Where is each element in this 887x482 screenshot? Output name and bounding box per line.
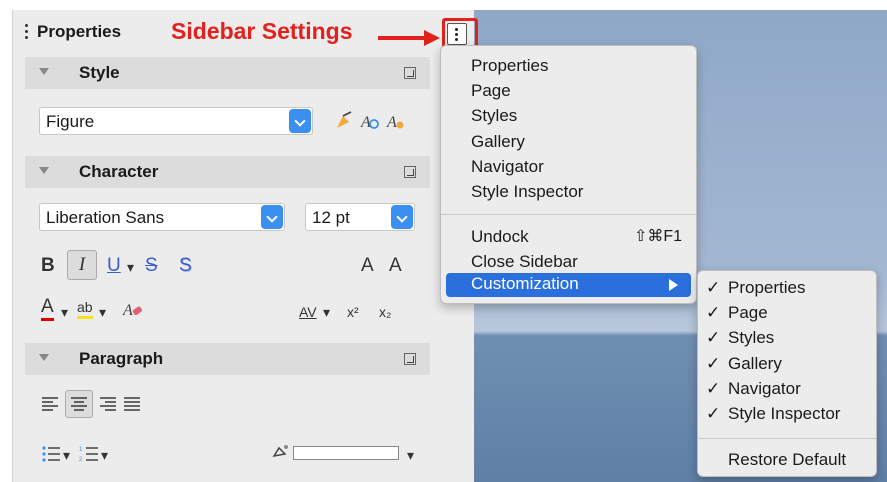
customization-submenu: ✓ Properties ✓ Page ✓ Styles ✓ Gallery ✓ Navi… <box>697 270 877 477</box>
undock-shortcut: ⇧⌘F1 <box>634 228 683 245</box>
sidebar-panel: Properties Sidebar Settings Style Figure… <box>12 10 478 482</box>
strikethrough-button[interactable]: S <box>145 252 158 280</box>
chevron-down-icon[interactable] <box>391 205 413 229</box>
section-style-label: Style <box>79 63 120 82</box>
chevron-down-icon[interactable]: ▾ <box>63 441 70 469</box>
new-style-icon[interactable]: A <box>385 110 407 132</box>
font-name-value: Liberation Sans <box>46 208 165 227</box>
bold-button[interactable]: B <box>41 252 55 280</box>
menu-separator <box>698 438 876 439</box>
chevron-down-icon[interactable]: ▾ <box>99 298 106 326</box>
section-paragraph-label: Paragraph <box>79 349 164 368</box>
submenu-item-label: Style Inspector <box>728 404 841 423</box>
align-center-button[interactable] <box>65 390 93 418</box>
annotation-arrow-icon <box>378 30 440 46</box>
checkmark-icon: ✓ <box>706 278 721 297</box>
submenu-item-style-inspector[interactable]: ✓ Style Inspector <box>706 403 840 425</box>
submenu-item-properties[interactable]: ✓ Properties <box>706 277 805 299</box>
collapse-triangle-icon[interactable] <box>39 167 49 174</box>
sidebar-settings-button[interactable] <box>442 18 478 56</box>
submenu-item-label: Navigator <box>728 379 801 398</box>
background-color-swatch[interactable] <box>293 446 399 460</box>
highlight-color-button[interactable]: ab <box>77 298 93 319</box>
paragraph-background-icon[interactable] <box>271 442 291 462</box>
superscript-button[interactable]: x² <box>347 298 359 326</box>
submenu-item-restore-default[interactable]: Restore Default <box>728 449 846 471</box>
shadow-button[interactable]: S <box>179 252 192 280</box>
numbered-list-icon[interactable]: 12 <box>79 445 99 463</box>
svg-text:1: 1 <box>79 447 83 453</box>
font-size-value: 12 pt <box>312 208 350 227</box>
font-name-combo[interactable]: Liberation Sans <box>39 203 285 231</box>
submenu-item-label: Styles <box>728 328 775 347</box>
menu-item-styles[interactable]: Styles <box>471 105 517 127</box>
decrease-font-size-button[interactable]: A <box>389 252 402 280</box>
font-size-combo[interactable]: 12 pt <box>305 203 415 231</box>
sidebar-title: Properties <box>37 22 122 41</box>
chevron-down-icon[interactable] <box>261 205 283 229</box>
menu-item-page[interactable]: Page <box>471 80 511 102</box>
svg-text:2: 2 <box>79 457 83 463</box>
menu-item-style-inspector[interactable]: Style Inspector <box>471 181 583 203</box>
submenu-item-styles[interactable]: ✓ Styles <box>706 327 774 349</box>
increase-font-size-button[interactable]: A <box>361 252 374 280</box>
align-center-icon <box>71 397 87 411</box>
collapse-triangle-icon[interactable] <box>39 354 49 361</box>
subscript-button[interactable]: x₂ <box>379 298 391 326</box>
checkmark-icon: ✓ <box>706 303 721 322</box>
svg-text:A: A <box>386 114 397 131</box>
submenu-item-label: Gallery <box>728 354 782 373</box>
checkmark-icon: ✓ <box>706 328 721 347</box>
menu-separator <box>441 214 696 215</box>
more-options-icon[interactable] <box>404 353 416 365</box>
bullet-list-icon[interactable] <box>41 445 61 463</box>
paragraph-style-combo[interactable]: Figure <box>39 107 313 135</box>
sidebar-header: Properties Sidebar Settings <box>13 10 478 56</box>
section-style-header[interactable]: Style <box>25 57 430 89</box>
section-character-header[interactable]: Character <box>25 156 430 188</box>
more-options-icon[interactable] <box>404 67 416 79</box>
character-spacing-button[interactable]: AV <box>299 298 317 326</box>
menu-item-properties[interactable]: Properties <box>471 55 548 77</box>
checkmark-icon: ✓ <box>706 354 721 373</box>
sidebar-settings-menu: Properties Page Styles Gallery Navigator… <box>440 45 697 304</box>
italic-button[interactable]: I <box>67 250 97 280</box>
collapse-triangle-icon[interactable] <box>39 68 49 75</box>
justify-icon[interactable] <box>123 396 141 412</box>
align-right-icon[interactable] <box>99 396 117 412</box>
menu-item-customization[interactable]: Customization <box>446 273 691 297</box>
font-color-button[interactable]: A <box>41 296 54 321</box>
submenu-item-navigator[interactable]: ✓ Navigator <box>706 378 801 400</box>
checkmark-icon: ✓ <box>706 379 721 398</box>
section-paragraph-header[interactable]: Paragraph <box>25 343 430 375</box>
underline-button[interactable]: U <box>107 252 121 280</box>
chevron-down-icon[interactable]: ▾ <box>127 253 134 281</box>
annotation-label: Sidebar Settings <box>171 18 353 44</box>
menu-item-undock[interactable]: Undock <box>471 226 529 248</box>
menu-item-navigator[interactable]: Navigator <box>471 156 544 178</box>
drag-grip-icon[interactable] <box>25 24 29 42</box>
submenu-item-label: Page <box>728 303 768 322</box>
menu-item-customization-label: Customization <box>471 274 579 293</box>
paragraph-style-value: Figure <box>46 112 95 131</box>
menu-item-close-sidebar[interactable]: Close Sidebar <box>471 251 578 273</box>
align-left-icon[interactable] <box>41 396 59 412</box>
fill-format-icon[interactable] <box>333 110 355 132</box>
submenu-item-gallery[interactable]: ✓ Gallery <box>706 353 782 375</box>
more-options-icon[interactable] <box>404 166 416 178</box>
chevron-down-icon[interactable]: ▾ <box>407 441 414 469</box>
chevron-down-icon[interactable]: ▾ <box>101 441 108 469</box>
menu-item-gallery[interactable]: Gallery <box>471 131 525 153</box>
chevron-down-icon[interactable] <box>289 109 311 133</box>
svg-text:A: A <box>122 302 133 319</box>
chevron-down-icon[interactable]: ▾ <box>61 298 68 326</box>
chevron-down-icon[interactable]: ▾ <box>323 298 330 326</box>
clear-formatting-icon[interactable]: A <box>121 298 145 320</box>
submenu-arrow-icon <box>669 279 678 291</box>
submenu-item-page[interactable]: ✓ Page <box>706 302 768 324</box>
section-character-label: Character <box>79 162 159 181</box>
update-style-icon[interactable]: A <box>359 110 381 132</box>
checkmark-icon: ✓ <box>706 404 721 423</box>
submenu-item-label: Properties <box>728 278 806 297</box>
